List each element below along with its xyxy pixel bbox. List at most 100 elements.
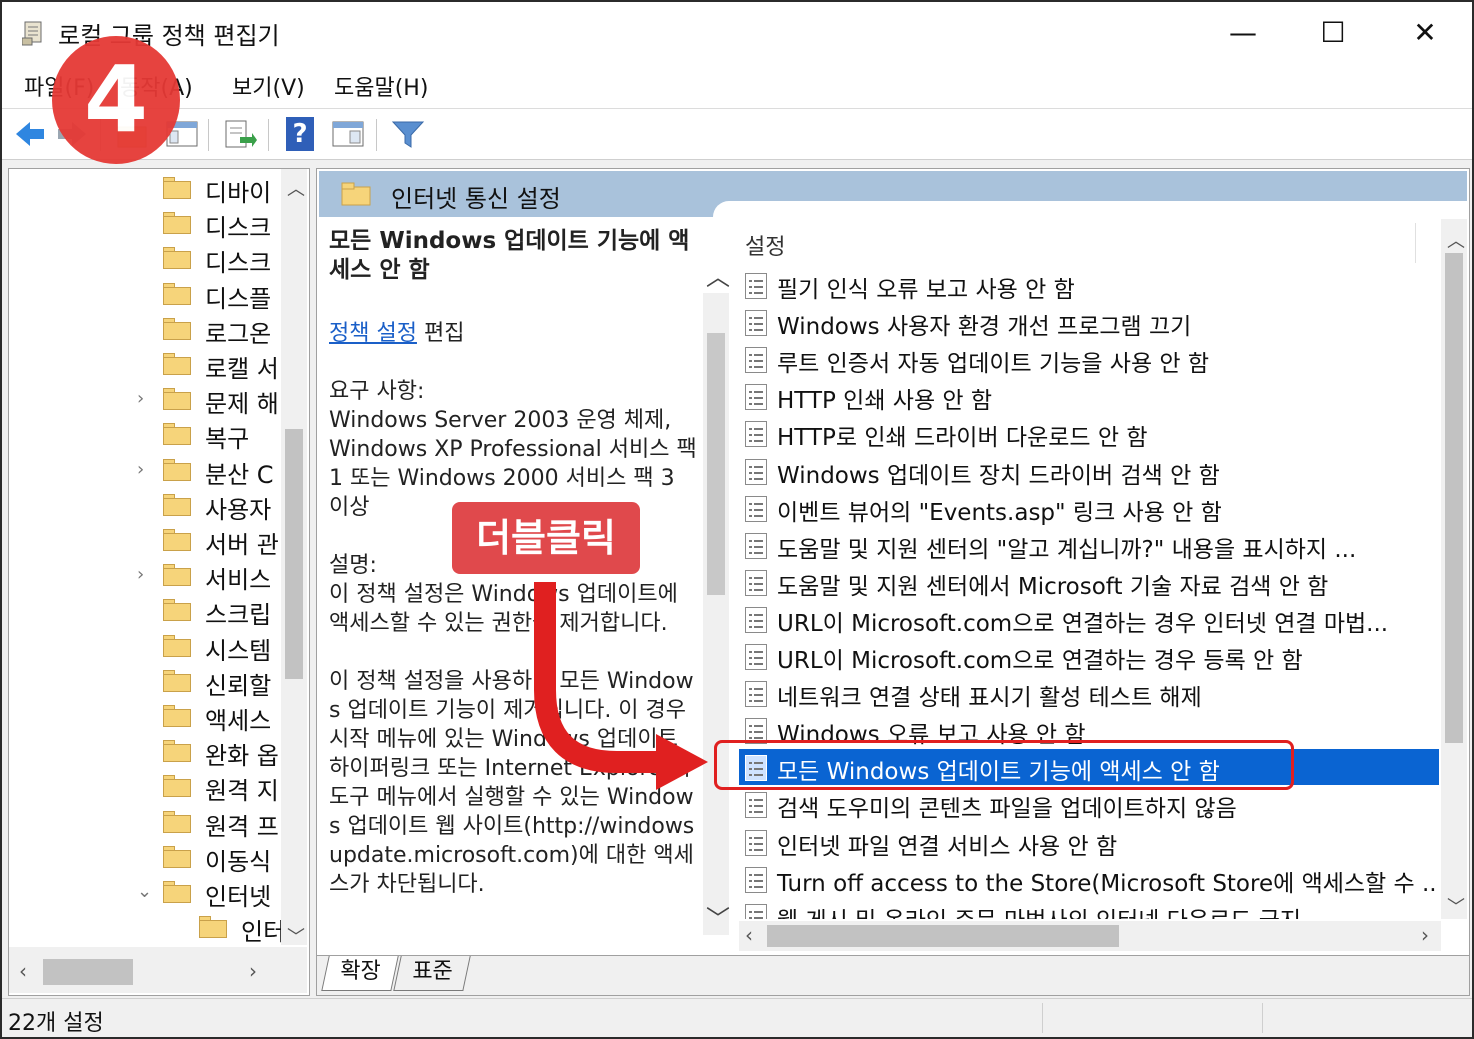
step-number-badge: 4 <box>52 36 180 164</box>
tree-item[interactable]: 디스크 <box>9 206 279 242</box>
tab-extended[interactable]: 확장 <box>321 956 400 991</box>
tree-scroll-right-icon[interactable]: › <box>249 959 257 983</box>
policy-row[interactable]: 검색 도우미의 콘텐츠 파일을 업데이트하지 않음 <box>739 786 1439 822</box>
scroll-down-icon[interactable]: ﹀ <box>706 899 730 934</box>
policy-setting-icon <box>745 421 767 448</box>
tree-item-label: 시스템 <box>205 636 272 665</box>
menu-view[interactable]: 보기(V) <box>232 70 305 102</box>
policy-row[interactable]: Windows 업데이트 장치 드라이버 검색 안 함 <box>739 453 1439 489</box>
policy-row[interactable]: 인터넷 파일 연결 서비스 사용 안 함 <box>739 824 1439 860</box>
tree-item-label: 원격 지 <box>205 777 279 806</box>
policy-row-label: URL이 Microsoft.com으로 연결하는 경우 인터넷 연결 마법..… <box>777 610 1389 637</box>
policy-row[interactable]: 이벤트 뷰어의 "Events.asp" 링크 사용 안 함 <box>739 490 1439 526</box>
scroll-up-icon[interactable]: ︿ <box>706 257 730 292</box>
policy-row[interactable]: 도움말 및 지원 센터의 "알고 계십니까?" 내용을 표시하지 ... <box>739 527 1439 563</box>
extended-description: 모든 Windows 업데이트 기능에 액세스 안 함 정책 설정 편집 요구 … <box>329 227 701 951</box>
tree-item[interactable]: 복구 <box>9 417 279 453</box>
tree-horizontal-scrollbar[interactable]: ‹ › <box>9 947 307 993</box>
tree-item[interactable]: 서버 관 <box>9 523 279 559</box>
back-arrow-icon[interactable] <box>12 117 48 151</box>
policy-row-label: 필기 인식 오류 보고 사용 안 함 <box>777 277 1075 303</box>
tree-item[interactable]: 시스템 <box>9 629 279 665</box>
tree-item[interactable]: ⌄ 인터넷 <box>9 875 279 911</box>
tree-item[interactable]: › 서비스 <box>9 558 279 594</box>
list-scroll-right-icon[interactable]: › <box>1421 923 1429 947</box>
tree-item[interactable]: 디스플 <box>9 277 279 313</box>
tree-item[interactable]: 액세스 <box>9 699 279 735</box>
toolbar: ? <box>2 109 1472 160</box>
policy-setting-icon <box>745 829 767 856</box>
policy-row[interactable]: Turn off access to the Store(Microsoft S… <box>739 861 1439 897</box>
folder-icon <box>163 705 191 727</box>
tree-item[interactable]: 완화 옵 <box>9 734 279 770</box>
folder-icon <box>163 599 191 622</box>
tree-item[interactable]: 디바이 <box>9 171 279 207</box>
tree-scroll-left-icon[interactable]: ‹ <box>19 959 27 983</box>
tree-item[interactable]: 원격 지 <box>9 769 279 806</box>
tree-item[interactable]: 인터 <box>9 910 285 946</box>
collapse-chevron-icon[interactable]: ⌄ <box>137 881 152 902</box>
export-list-icon[interactable] <box>222 117 258 151</box>
policy-row-label: 도움말 및 지원 센터에서 Microsoft 기술 자료 검색 안 함 <box>777 573 1329 600</box>
tree-scroll-down-icon[interactable]: ﹀ <box>287 923 305 949</box>
policy-row[interactable]: HTTP로 인쇄 드라이버 다운로드 안 함 <box>739 415 1439 451</box>
tree-vertical-scrollbar[interactable]: ︿ ﹀ <box>281 169 307 948</box>
column-header-setting[interactable]: 설정 <box>745 229 785 261</box>
description-text-2: 이 정책 설정을 사용하면 모든 Windows 업데이트 기능이 제거됩니다.… <box>329 669 695 897</box>
list-scroll-thumb[interactable] <box>1445 253 1463 743</box>
policy-row[interactable]: 필기 인식 오류 보고 사용 안 함 <box>739 267 1439 303</box>
policy-row-label: Turn off access to the Store(Microsoft S… <box>777 870 1439 897</box>
list-hscroll-thumb[interactable] <box>767 925 1119 947</box>
minimize-button[interactable]: — <box>1208 10 1278 56</box>
tree-item[interactable]: 이동식 <box>9 840 279 876</box>
policy-row[interactable]: 도움말 및 지원 센터에서 Microsoft 기술 자료 검색 안 함 <box>739 564 1439 600</box>
close-button[interactable]: ✕ <box>1390 10 1460 56</box>
maximize-button[interactable]: ☐ <box>1298 10 1368 56</box>
tree-item[interactable]: 디스크 <box>9 241 279 277</box>
tree-item[interactable]: › 분산 C <box>9 453 279 489</box>
list-scroll-up-icon[interactable]: ︿ <box>1447 227 1465 253</box>
filter-icon[interactable] <box>390 117 426 151</box>
expand-chevron-icon[interactable]: › <box>137 459 144 480</box>
tree-hscroll-thumb[interactable] <box>43 959 133 985</box>
tree-item[interactable]: 로그온 <box>9 312 279 348</box>
policy-row[interactable]: 루트 인증서 자동 업데이트 기능을 사용 안 함 <box>739 341 1439 377</box>
policy-settings-link[interactable]: 정책 설정 <box>329 321 417 346</box>
list-scroll-left-icon[interactable]: ‹ <box>745 923 753 947</box>
tree-scroll-thumb[interactable] <box>285 429 303 679</box>
list-scroll-down-icon[interactable]: ﹀ <box>1447 893 1465 919</box>
tree-scroll-up-icon[interactable]: ︿ <box>287 175 305 201</box>
tree-item[interactable]: 로캘 서 <box>9 347 279 383</box>
details-pane: 인터넷 통신 설정 모든 Windows 업데이트 기능에 액세스 안 함 정책… <box>316 168 1470 996</box>
tree-item[interactable]: 원격 프 <box>9 805 279 841</box>
tree-item-label: 로캘 서 <box>205 355 279 383</box>
policy-row[interactable]: HTTP 인쇄 사용 안 함 <box>739 378 1439 414</box>
expand-chevron-icon[interactable]: › <box>137 564 144 585</box>
description-scroll-thumb[interactable] <box>707 333 725 595</box>
policy-row-label: Windows 업데이트 장치 드라이버 검색 안 함 <box>777 462 1220 489</box>
policy-row[interactable]: Windows 사용자 환경 개선 프로그램 끄기 <box>739 304 1439 340</box>
policy-row[interactable]: URL이 Microsoft.com으로 연결하는 경우 등록 안 함 <box>739 638 1439 674</box>
properties-pane-icon[interactable] <box>330 117 366 151</box>
menu-help[interactable]: 도움말(H) <box>334 70 428 102</box>
tree-item[interactable]: 신뢰할 <box>9 664 279 700</box>
policy-row-label: 루트 인증서 자동 업데이트 기능을 사용 안 함 <box>777 351 1210 378</box>
tree-item[interactable]: 사용자 <box>9 488 279 524</box>
help-icon[interactable]: ? <box>286 117 314 151</box>
list-horizontal-scrollbar[interactable]: ‹ › <box>739 921 1441 951</box>
policy-row-label: 이벤트 뷰어의 "Events.asp" 링크 사용 안 함 <box>777 499 1222 526</box>
tree-item[interactable]: › 문제 해 <box>9 382 279 418</box>
folder-icon <box>163 529 191 551</box>
policy-row[interactable]: 웹 게시 및 온라인 주문 마법사의 인터넷 다운로드 금지 <box>739 898 1439 919</box>
description-scrollbar[interactable]: ︿ ﹀ <box>703 263 730 935</box>
tree-item[interactable]: 스크립 <box>9 593 279 629</box>
policy-row[interactable]: 네트워크 연결 상태 표시기 활성 테스트 해제 <box>739 675 1439 711</box>
policy-row[interactable]: URL이 Microsoft.com으로 연결하는 경우 인터넷 연결 마법..… <box>739 601 1439 637</box>
expand-chevron-icon[interactable]: › <box>137 388 144 409</box>
title-bar: 로컬 그룹 정책 편집기 — ☐ ✕ <box>2 2 1472 62</box>
list-vertical-scrollbar[interactable]: ︿ ﹀ <box>1441 219 1467 919</box>
policy-setting-icon <box>745 384 767 411</box>
tab-standard[interactable]: 표준 <box>393 956 472 991</box>
tree-item-label: 신뢰할 <box>205 671 272 700</box>
policy-row-label: 인터넷 파일 연결 서비스 사용 안 함 <box>777 833 1118 860</box>
